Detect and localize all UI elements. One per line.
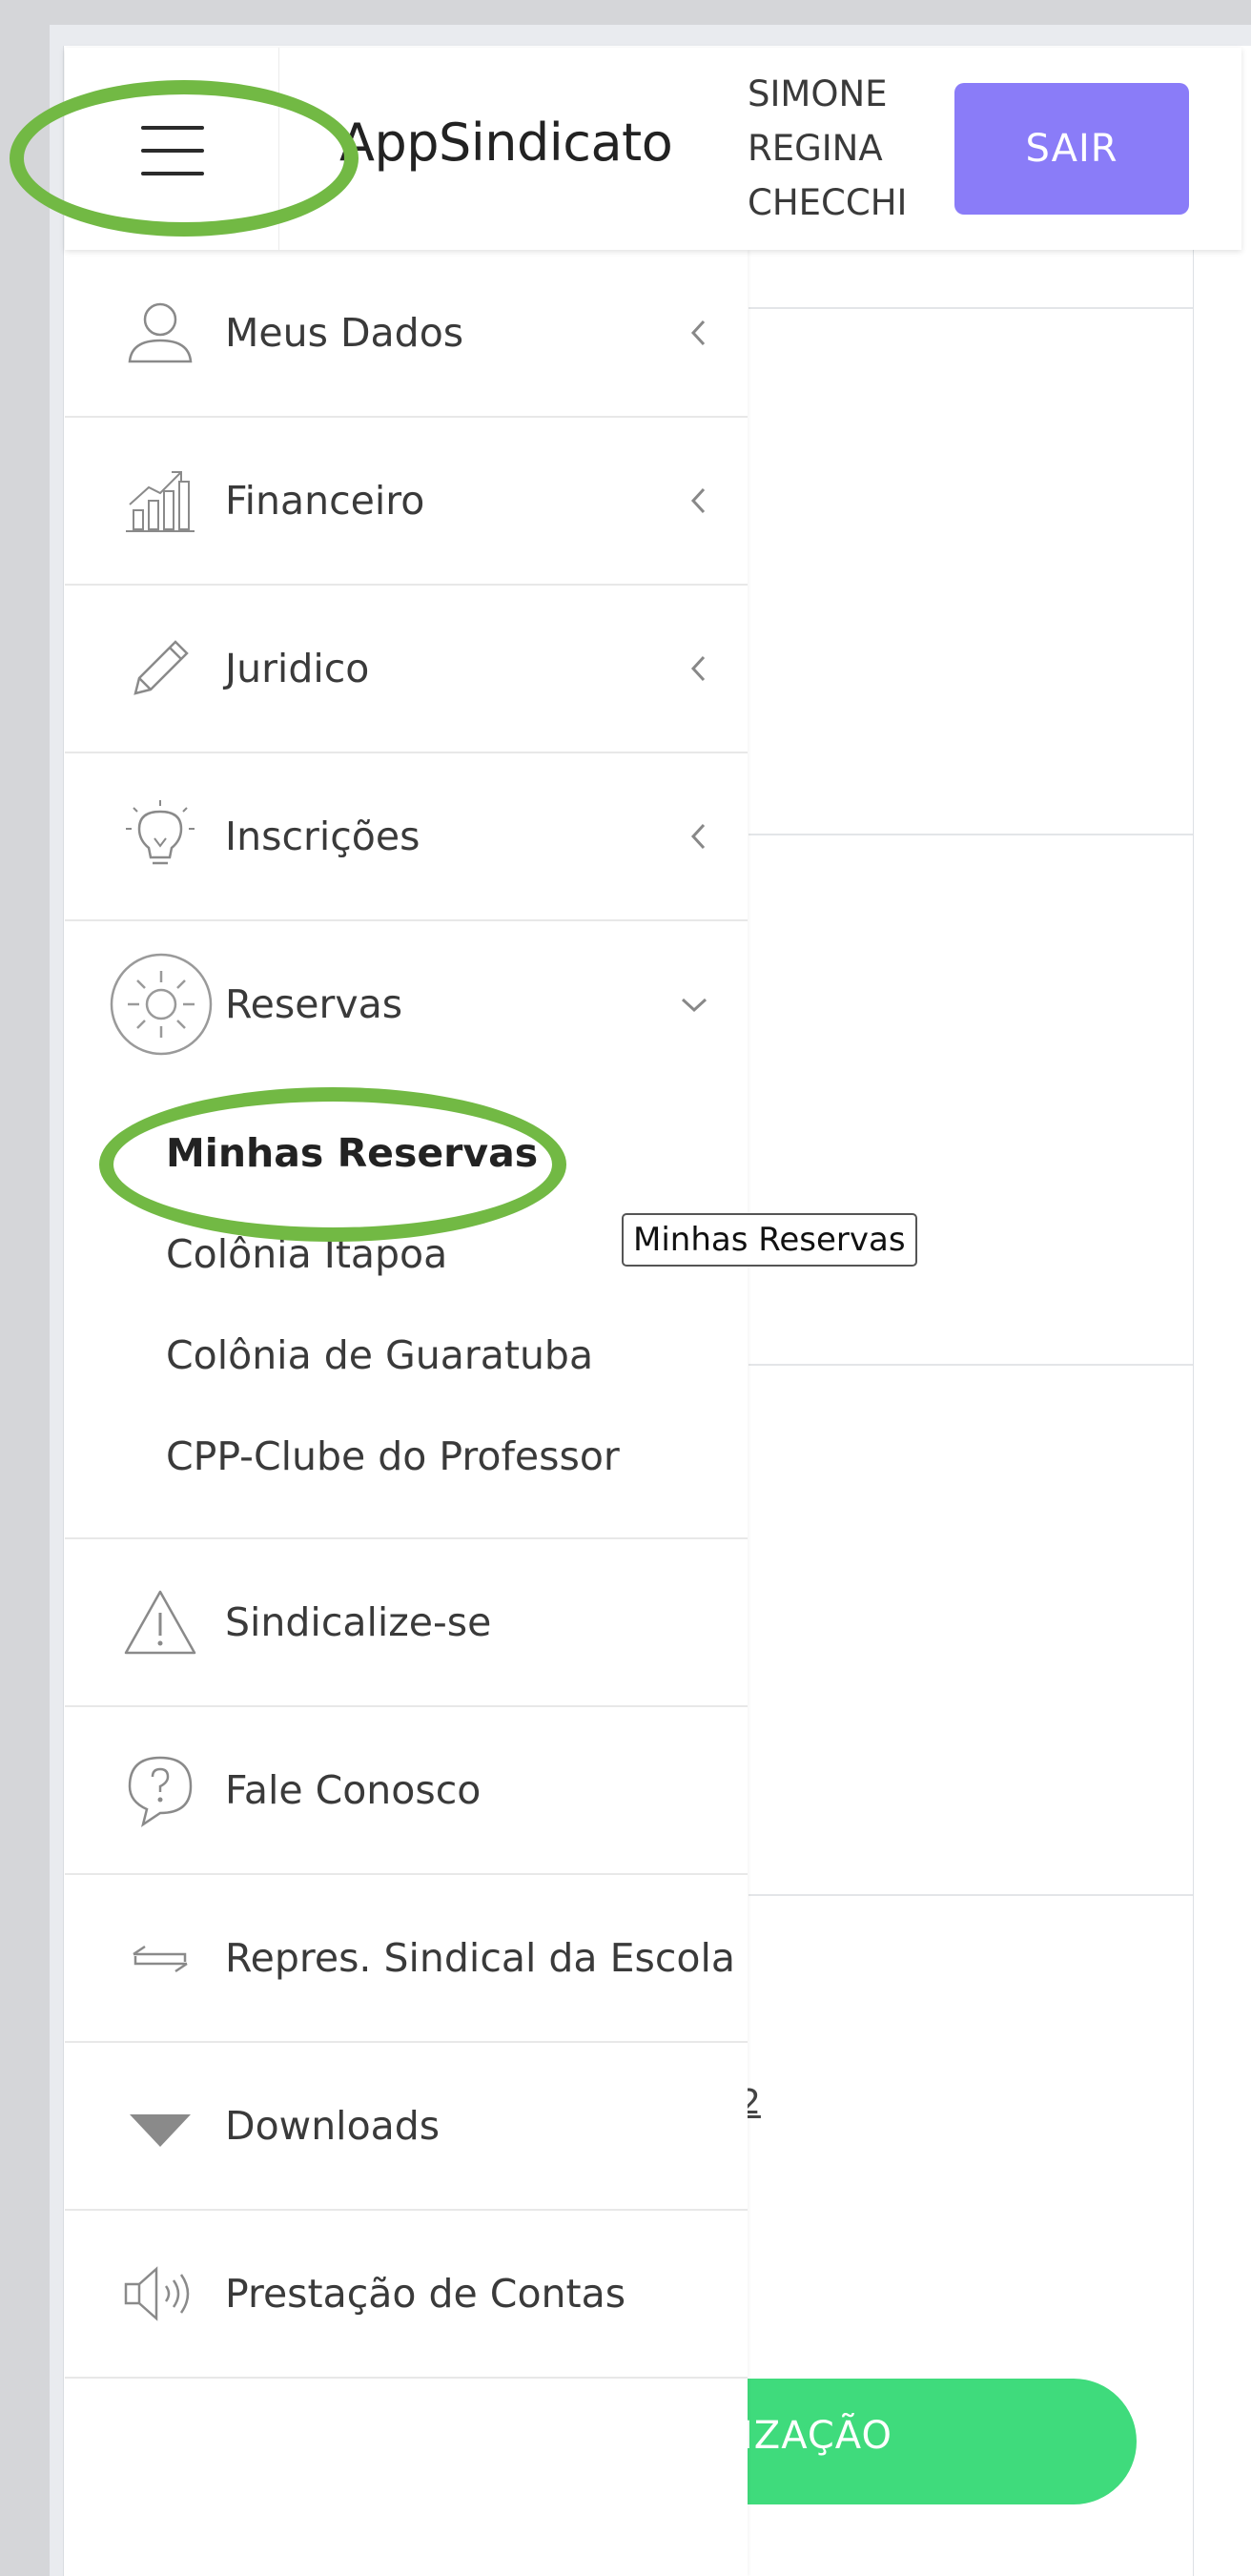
- user-name-line: CHECCHI: [748, 182, 908, 223]
- triangle-down-icon: [130, 2114, 191, 2147]
- sidebar-item-downloads[interactable]: Downloads: [65, 2043, 748, 2211]
- pencil-icon: [133, 640, 189, 695]
- chevron-left-icon: [690, 487, 706, 514]
- hamburger-menu-icon[interactable]: [86, 103, 204, 198]
- megaphone-icon: [124, 2266, 190, 2321]
- user-name: SIMONE REGINA CHECCHI: [748, 67, 910, 230]
- submenu-item-minhas-reservas[interactable]: Minhas Reservas: [166, 1130, 538, 1176]
- chart-growth-icon: [126, 471, 195, 532]
- chevron-left-icon: [690, 655, 706, 682]
- main-content-panel: [749, 250, 1194, 2576]
- sidebar-item-meus-dados[interactable]: Meus Dados: [65, 250, 748, 418]
- sidebar-item-prestacao-contas[interactable]: Prestação de Contas: [65, 2211, 748, 2379]
- content-divider: [749, 1894, 1193, 1896]
- sidebar-item-label: Sindicalize-se: [225, 1599, 492, 1645]
- submenu-item-colonia-itapoa[interactable]: Colônia Itapoa: [166, 1231, 447, 1277]
- submenu-item-colonia-guaratuba[interactable]: Colônia de Guaratuba: [166, 1332, 593, 1378]
- header-divider: [278, 48, 279, 250]
- sidebar-item-label: Prestação de Contas: [225, 2271, 626, 2317]
- update-button-label: IZAÇÃO: [742, 2414, 892, 2458]
- sidebar-item-label: Juridico: [225, 646, 370, 691]
- sun-icon: [110, 953, 213, 1056]
- sidebar-item-financeiro[interactable]: Financeiro: [65, 418, 748, 586]
- sidebar-item-label: Repres. Sindical da Escola: [225, 1935, 736, 1981]
- sidebar-item-label: Fale Conosco: [225, 1767, 482, 1813]
- lightbulb-icon: [126, 800, 195, 865]
- chevron-left-icon: [690, 319, 706, 346]
- question-bubble-icon: [128, 1756, 193, 1827]
- sidebar-item-fale-conosco[interactable]: Fale Conosco: [65, 1707, 748, 1875]
- exchange-icon: [133, 1945, 188, 1973]
- sidebar-item-sindicalize-se[interactable]: Sindicalize-se: [65, 1539, 748, 1707]
- sidebar-item-label: Reservas: [225, 981, 403, 1027]
- user-name-line: SIMONE: [748, 73, 888, 114]
- content-divider: [749, 307, 1193, 309]
- tooltip: Minhas Reservas: [622, 1213, 917, 1267]
- chevron-left-icon: [690, 823, 706, 850]
- warning-icon: [124, 1590, 196, 1655]
- chevron-down-icon: [681, 998, 708, 1013]
- sidebar-item-label: Inscrições: [225, 814, 420, 859]
- sidebar-item-repres-sindical[interactable]: Repres. Sindical da Escola: [65, 1875, 748, 2043]
- content-divider: [749, 834, 1193, 835]
- sidebar-item-reservas[interactable]: Reservas: [65, 921, 748, 1087]
- user-name-line: REGINA: [748, 128, 883, 169]
- app-brand: AppSindicato: [339, 113, 673, 173]
- sidebar-item-label: Meus Dados: [225, 310, 464, 356]
- user-icon: [128, 302, 193, 363]
- logout-button[interactable]: SAIR: [954, 83, 1189, 215]
- sidebar-item-label: Downloads: [225, 2103, 441, 2149]
- sidebar-menu: Meus Dados Financeiro Juridico Inscriçõe…: [65, 250, 748, 2576]
- sidebar-item-juridico[interactable]: Juridico: [65, 586, 748, 753]
- sidebar-item-inscricoes[interactable]: Inscrições: [65, 753, 748, 921]
- content-divider: [749, 1364, 1193, 1366]
- submenu-item-cpp-clube[interactable]: CPP-Clube do Professor: [166, 1433, 620, 1479]
- sidebar-item-label: Financeiro: [225, 478, 425, 524]
